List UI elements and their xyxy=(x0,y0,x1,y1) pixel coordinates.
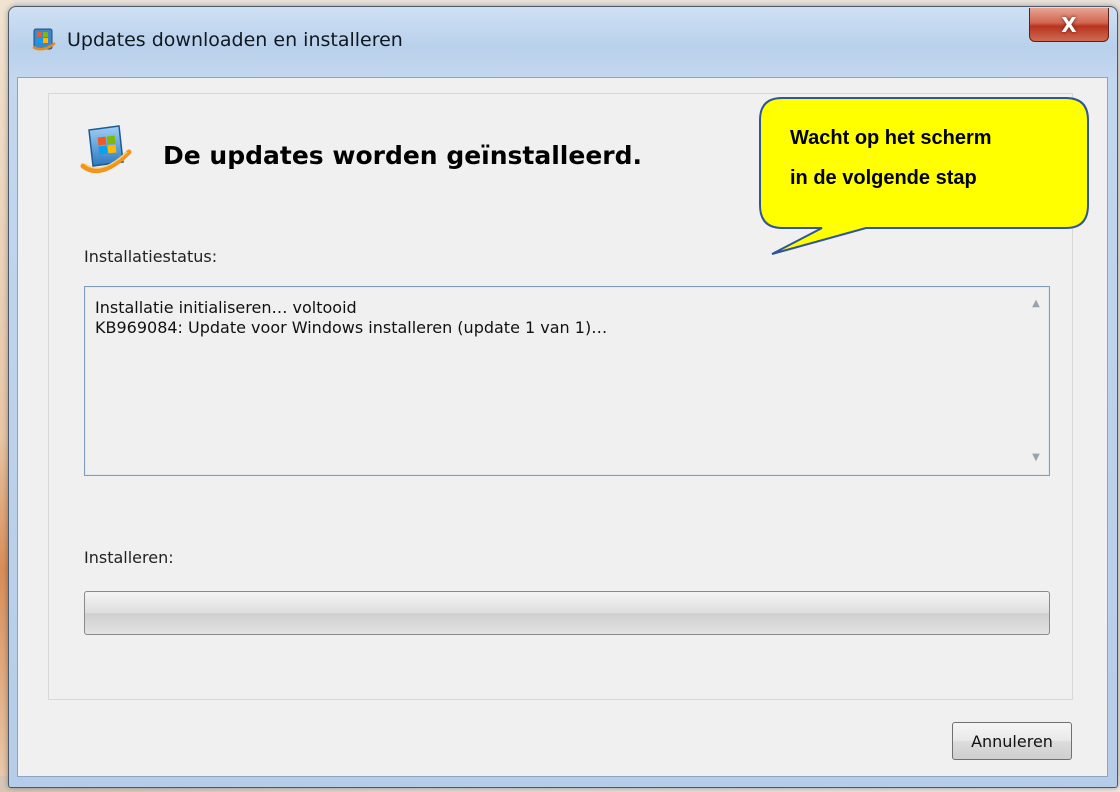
vertical-scrollbar[interactable]: ▲ ▼ xyxy=(1025,289,1047,473)
close-button[interactable]: X xyxy=(1029,8,1109,42)
content-panel: De updates worden geïnstalleerd. Install… xyxy=(48,93,1073,700)
installing-label: Installeren: xyxy=(84,548,174,567)
cancel-button[interactable]: Annuleren xyxy=(952,722,1072,760)
status-log-lines: Installatie initialiseren… voltooid KB96… xyxy=(95,298,607,338)
title-bar[interactable]: Updates downloaden en installeren X xyxy=(9,7,1117,71)
installation-progress-bar xyxy=(84,591,1050,635)
windows-update-icon xyxy=(31,27,57,53)
installation-status-log[interactable]: Installatie initialiseren… voltooid KB96… xyxy=(84,286,1050,476)
installation-status-label: Installatiestatus: xyxy=(84,247,218,266)
window-title: Updates downloaden en installeren xyxy=(67,29,403,51)
status-log-line: Installatie initialiseren… voltooid xyxy=(95,298,357,317)
windows-update-icon xyxy=(79,122,135,178)
dialog-client-area: De updates worden geïnstalleerd. Install… xyxy=(17,77,1108,777)
close-icon: X xyxy=(1061,12,1077,37)
update-dialog-window: Updates downloaden en installeren X De u… xyxy=(8,6,1118,788)
chevron-down-icon[interactable]: ▼ xyxy=(1025,447,1047,469)
chevron-up-icon[interactable]: ▲ xyxy=(1025,293,1047,315)
page-title: De updates worden geïnstalleerd. xyxy=(163,141,643,170)
status-log-line: KB969084: Update voor Windows installere… xyxy=(95,318,608,337)
